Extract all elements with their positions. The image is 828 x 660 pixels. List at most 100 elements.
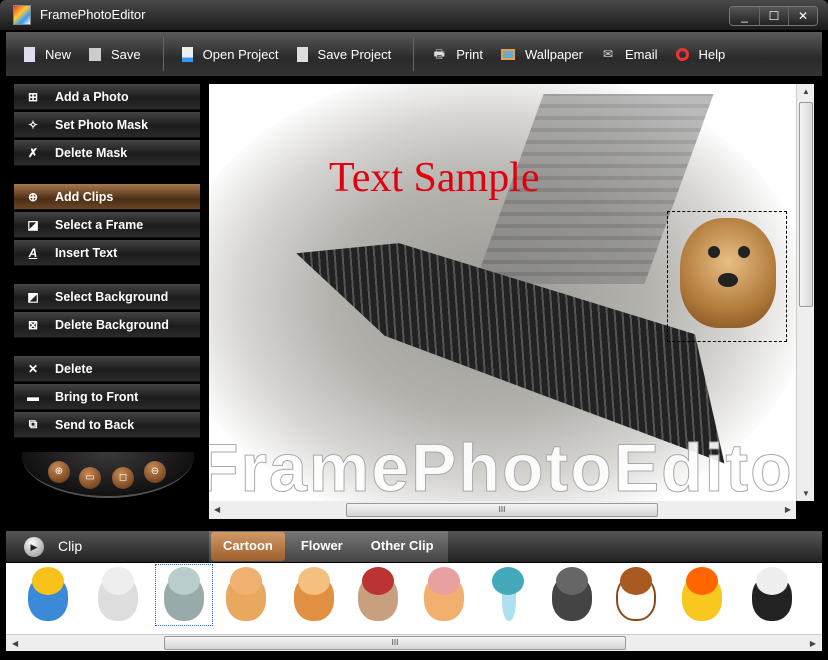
new-button[interactable]: New xyxy=(24,46,72,62)
tab-cartoon[interactable]: Cartoon xyxy=(211,532,285,561)
delete-mask-icon: ✗ xyxy=(27,145,39,160)
maximize-button[interactable]: ☐ xyxy=(759,7,788,25)
photo-canvas[interactable]: Text Sample FramePhotoEditor xyxy=(209,84,796,501)
clip-reindeer[interactable] xyxy=(218,565,274,625)
sidebar-label: Insert Text xyxy=(55,245,118,260)
save-button[interactable]: Save xyxy=(89,47,141,62)
delete-background-icon: ⊠ xyxy=(27,317,39,332)
delete-button[interactable]: ✕ Delete xyxy=(14,356,200,382)
canvas-horizontal-scrollbar[interactable]: ◀ III ▶ xyxy=(209,501,796,519)
wallpaper-icon xyxy=(500,48,515,60)
send-to-back-button[interactable]: ⧉ Send to Back xyxy=(14,412,200,438)
mask-icon: ✧ xyxy=(27,117,39,132)
delete-mask-button[interactable]: ✗ Delete Mask xyxy=(14,140,200,166)
toolbar-divider xyxy=(162,37,164,71)
clip-scroll-thumb[interactable]: III xyxy=(164,636,626,650)
open-project-icon xyxy=(181,46,193,62)
print-label: Print xyxy=(456,46,483,62)
save-project-label: Save Project xyxy=(317,46,392,62)
set-photo-mask-button[interactable]: ✧ Set Photo Mask xyxy=(14,112,200,138)
zoom-panel: ⊕ ▭ ◻ ⊖ xyxy=(22,452,194,498)
sidebar-label: Delete Background xyxy=(55,317,169,332)
print-button[interactable]: 🖶 Print xyxy=(432,47,483,62)
play-icon[interactable]: ▶ xyxy=(24,537,44,557)
clip-bar: ▶ Clip Cartoon Flower Other Clip xyxy=(6,531,822,562)
save-project-icon xyxy=(296,46,308,62)
open-project-button[interactable]: Open Project xyxy=(181,46,279,62)
select-frame-button[interactable]: ◪ Select a Frame xyxy=(14,212,200,238)
email-button[interactable]: ✉ Email xyxy=(601,47,658,62)
wallpaper-button[interactable]: Wallpaper xyxy=(500,46,584,62)
fit-window-icon[interactable]: ▭ xyxy=(79,467,101,489)
clip-girl[interactable] xyxy=(674,565,730,625)
bring-to-front-button[interactable]: ▬ Bring to Front xyxy=(14,384,200,410)
new-file-icon xyxy=(24,46,35,62)
clip-bird[interactable] xyxy=(480,565,536,625)
sidebar-label: Delete Mask xyxy=(55,145,128,160)
minimize-button[interactable]: _ xyxy=(730,7,759,25)
zoom-out-icon[interactable]: ⊖ xyxy=(144,461,166,483)
save-icon xyxy=(89,47,102,61)
add-photo-icon: ⊞ xyxy=(27,89,39,104)
sidebar-label: Bring to Front xyxy=(55,389,139,404)
clip-beagle[interactable] xyxy=(608,565,664,625)
add-clips-button[interactable]: ⊕ Add Clips xyxy=(14,184,200,210)
insert-text-button[interactable]: A Insert Text xyxy=(14,240,200,266)
vertical-scroll-thumb[interactable] xyxy=(799,102,813,307)
zoom-in-icon[interactable]: ⊕ xyxy=(48,461,70,483)
save-project-button[interactable]: Save Project xyxy=(296,46,392,62)
toolbar-divider xyxy=(413,37,415,71)
clip-cow[interactable] xyxy=(286,565,342,625)
sidebar: ⊞ Add a Photo ✧ Set Photo Mask ✗ Delete Mas… xyxy=(14,84,200,440)
sidebar-label: Select Background xyxy=(55,289,169,304)
clip-basset-dog[interactable] xyxy=(155,564,213,626)
clip-label: Clip xyxy=(58,538,83,554)
new-label: New xyxy=(45,46,72,62)
add-clips-icon: ⊕ xyxy=(27,189,39,204)
sidebar-label: Delete xyxy=(55,361,93,376)
delete-icon: ✕ xyxy=(27,361,39,376)
tab-flower[interactable]: Flower xyxy=(289,532,355,561)
wallpaper-label: Wallpaper xyxy=(524,46,584,62)
text-sample[interactable]: Text Sample xyxy=(329,154,540,202)
clip-pig-man[interactable] xyxy=(350,565,406,625)
clip-duck[interactable] xyxy=(20,565,76,625)
send-back-icon: ⧉ xyxy=(28,417,38,431)
horizontal-scroll-thumb[interactable]: III xyxy=(346,503,658,517)
text-icon: A xyxy=(28,245,38,260)
clip-flying-pig[interactable] xyxy=(416,565,472,625)
open-project-label: Open Project xyxy=(202,46,279,62)
close-button[interactable]: ✕ xyxy=(788,7,817,25)
clip-gallery xyxy=(6,563,822,635)
print-icon: 🖶 xyxy=(433,46,445,61)
sidebar-label: Set Photo Mask xyxy=(55,117,149,132)
clip-white-dog[interactable] xyxy=(90,565,146,625)
selected-clip-dog[interactable] xyxy=(667,211,787,342)
title-bar: FramePhotoEditor _ ☐ ✕ xyxy=(0,0,828,30)
bring-front-icon: ▬ xyxy=(27,389,39,404)
help-icon xyxy=(675,47,689,61)
save-label: Save xyxy=(111,46,141,62)
email-label: Email xyxy=(625,46,658,62)
delete-background-button[interactable]: ⊠ Delete Background xyxy=(14,312,200,338)
tab-other-clip[interactable]: Other Clip xyxy=(359,532,446,561)
select-background-button[interactable]: ◩ Select Background xyxy=(14,284,200,310)
clip-gallery-scrollbar[interactable]: ◀ III ▶ xyxy=(6,634,822,651)
sidebar-label: Add a Photo xyxy=(55,89,129,104)
clip-cow-spotted[interactable] xyxy=(744,565,800,625)
frame-icon: ◪ xyxy=(27,217,39,232)
canvas-vertical-scrollbar[interactable]: ▲ ▼ xyxy=(796,84,814,501)
actual-size-icon[interactable]: ◻ xyxy=(112,467,134,489)
watermark: FramePhotoEditor xyxy=(209,430,796,502)
window-title: FramePhotoEditor xyxy=(40,7,146,22)
clip-schnauzer[interactable] xyxy=(544,565,600,625)
app-logo-icon xyxy=(13,5,31,25)
background-icon: ◩ xyxy=(27,289,39,304)
sidebar-label: Send to Back xyxy=(55,417,135,432)
add-photo-button[interactable]: ⊞ Add a Photo xyxy=(14,84,200,110)
sidebar-label: Add Clips xyxy=(55,189,114,204)
toolbar: New Save Open Project Save Project 🖶 Prin… xyxy=(6,32,822,76)
sidebar-label: Select a Frame xyxy=(55,217,144,232)
help-button[interactable]: Help xyxy=(675,46,726,62)
help-label: Help xyxy=(698,46,726,62)
